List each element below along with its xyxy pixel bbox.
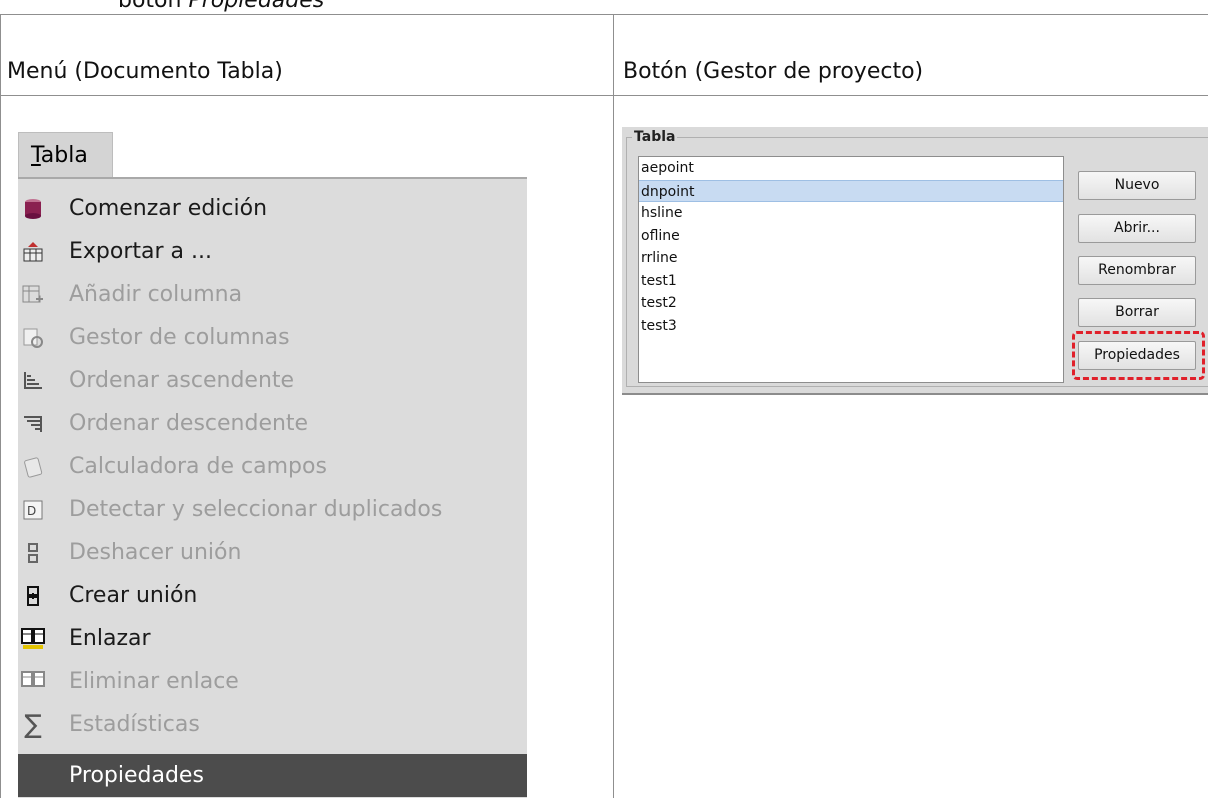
sort-ascending-icon xyxy=(21,369,45,393)
menu-title-tabla[interactable]: Tabla xyxy=(18,132,113,178)
menu-item-enlazar[interactable]: Enlazar xyxy=(18,617,527,660)
export-table-icon xyxy=(21,240,45,264)
list-item-selected[interactable]: dnpoint xyxy=(639,179,1063,202)
link-icon xyxy=(21,627,45,651)
menu-item-calculadora-campos[interactable]: Calculadora de campos xyxy=(18,445,527,488)
header-button: Botón (Gestor de proyecto) xyxy=(623,59,924,84)
list-item[interactable]: test2 xyxy=(639,292,1063,315)
menu-item-propiedades[interactable]: Propiedades xyxy=(18,754,527,797)
sigma-icon: ∑ xyxy=(24,709,42,740)
duplicates-icon: D xyxy=(21,498,45,522)
list-item[interactable]: rrline xyxy=(639,247,1063,270)
header-menu: Menú (Documento Tabla) xyxy=(7,59,283,84)
table-border-top xyxy=(0,14,1208,15)
caption-text: botón Propiedades xyxy=(118,0,325,13)
menu-item-deshacer-union[interactable]: Deshacer unión xyxy=(18,531,527,574)
database-cylinder-icon xyxy=(21,197,45,221)
remove-link-icon xyxy=(21,670,45,694)
sort-descending-icon xyxy=(21,412,45,436)
list-item[interactable]: test3 xyxy=(639,315,1063,338)
table-list[interactable]: aepoint dnpoint hsline ofline rrline tes… xyxy=(638,156,1064,383)
menu-item-gestor-columnas[interactable]: Gestor de columnas xyxy=(18,316,527,359)
menu-item-ordenar-ascendente[interactable]: Ordenar ascendente xyxy=(18,359,527,402)
list-item[interactable]: test1 xyxy=(639,270,1063,293)
groupbox-legend: Tabla xyxy=(632,129,678,145)
tabla-menu: Comenzar edición Exportar a ... Añadir c… xyxy=(18,179,527,798)
add-column-icon xyxy=(21,283,45,307)
join-icon xyxy=(21,584,45,608)
menu-item-eliminar-enlace[interactable]: Eliminar enlace xyxy=(18,660,527,703)
list-item[interactable]: ofline xyxy=(639,225,1063,248)
field-calculator-icon xyxy=(21,455,45,479)
menu-item-estadisticas[interactable]: ∑ Estadísticas xyxy=(18,703,527,746)
menu-item-exportar[interactable]: Exportar a ... xyxy=(18,230,527,273)
menu-item-detectar-duplicados[interactable]: D Detectar y seleccionar duplicados xyxy=(18,488,527,531)
rename-button[interactable]: Renombrar xyxy=(1078,256,1196,285)
new-button[interactable]: Nuevo xyxy=(1078,171,1196,200)
column-manager-icon xyxy=(21,326,45,350)
open-button[interactable]: Abrir... xyxy=(1078,214,1196,243)
table-border-middle xyxy=(613,14,614,798)
table-border-left xyxy=(0,14,1,798)
unjoin-icon xyxy=(21,541,45,565)
menu-item-anadir-columna[interactable]: Añadir columna xyxy=(18,273,527,316)
list-item[interactable]: aepoint xyxy=(639,157,1063,180)
list-item[interactable]: hsline xyxy=(639,202,1063,225)
highlight-box xyxy=(1072,331,1205,380)
table-header-divider xyxy=(0,95,1208,96)
menu-item-comenzar-edicion[interactable]: Comenzar edición xyxy=(18,187,527,230)
svg-text:D: D xyxy=(27,504,36,518)
menu-item-ordenar-descendente[interactable]: Ordenar descendente xyxy=(18,402,527,445)
menu-item-crear-union[interactable]: Crear unión xyxy=(18,574,527,617)
delete-button[interactable]: Borrar xyxy=(1078,298,1196,327)
